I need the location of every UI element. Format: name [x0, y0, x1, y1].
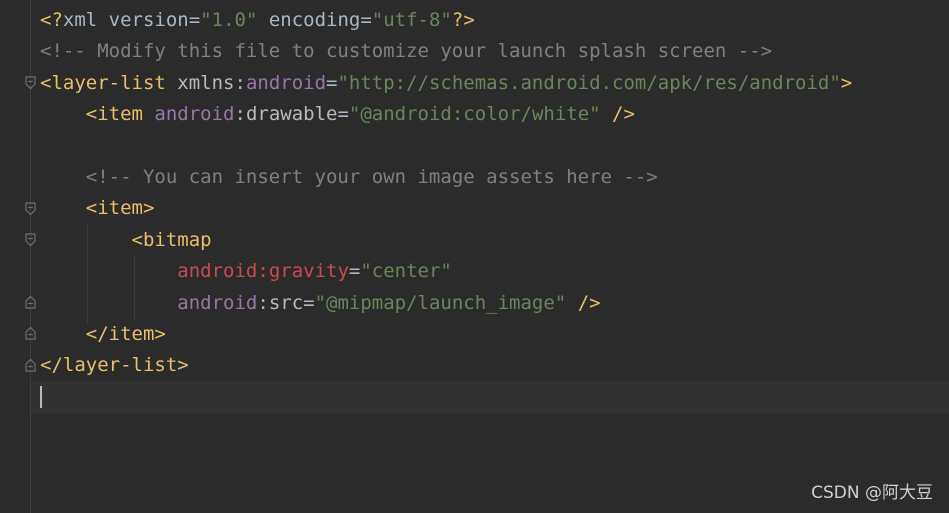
- colon: :: [234, 71, 246, 94]
- code-line-10[interactable]: android:src="@mipmap/launch_image" />: [40, 288, 949, 319]
- tag-open: <bitmap: [131, 228, 212, 251]
- tag-close: />: [577, 291, 601, 314]
- attr-value: "1.0": [200, 9, 258, 31]
- pi-close: ?>: [451, 9, 475, 31]
- attr-name: xmlns: [165, 71, 235, 94]
- attr-value: "utf-8": [371, 9, 452, 31]
- attr-value: "@mipmap/launch_image": [314, 291, 567, 314]
- xml-comment: <!-- Modify this file to customize your …: [40, 40, 773, 63]
- watermark: CSDN @阿大豆: [811, 483, 933, 503]
- code-line-2[interactable]: <!-- Modify this file to customize your …: [40, 36, 949, 67]
- fold-close-icon[interactable]: [25, 295, 36, 309]
- equals-sign: =: [303, 291, 315, 314]
- equals-sign: =: [337, 103, 349, 126]
- tag-open: <layer-list: [40, 71, 166, 94]
- fold-open-icon[interactable]: [25, 76, 36, 90]
- namespace-prefix: android: [177, 291, 258, 314]
- tag-close: />: [612, 103, 635, 126]
- code-editor[interactable]: <?xml version="1.0" encoding="utf-8"?> <…: [0, 0, 949, 513]
- code-line-1[interactable]: <?xml version="1.0" encoding="utf-8"?>: [40, 5, 949, 36]
- text-caret: [40, 386, 42, 409]
- fold-close-icon[interactable]: [25, 326, 36, 340]
- code-line-8[interactable]: <bitmap: [40, 225, 949, 256]
- pi-name: xml: [62, 9, 98, 31]
- fold-close-icon[interactable]: [25, 358, 36, 372]
- code-line-7[interactable]: <item>: [40, 193, 949, 224]
- equals-sign: =: [188, 9, 201, 31]
- namespace-prefix: android: [154, 103, 235, 126]
- code-area[interactable]: <?xml version="1.0" encoding="utf-8"?> <…: [31, 5, 949, 414]
- attr-name: src: [268, 291, 304, 314]
- code-line-3[interactable]: <layer-list xmlns:android="http://schema…: [40, 68, 949, 99]
- tag-close: >: [840, 71, 853, 94]
- attr-name: version: [97, 9, 189, 31]
- colon: :: [257, 260, 269, 283]
- fold-open-icon[interactable]: [25, 202, 36, 216]
- tag: <item>: [85, 197, 155, 220]
- pi-open: <?: [40, 9, 63, 31]
- namespace-prefix: android: [177, 260, 258, 283]
- equals-sign: =: [326, 71, 338, 94]
- fold-open-icon[interactable]: [25, 233, 36, 247]
- code-line-5[interactable]: [40, 131, 949, 162]
- attr-name: gravity: [268, 260, 349, 283]
- tag: </layer-list>: [40, 354, 189, 377]
- attr-name: drawable: [245, 103, 338, 126]
- attr-value: "http://schemas.android.com/apk/res/andr…: [337, 71, 841, 94]
- attr-value: "center": [360, 260, 452, 283]
- code-line-9[interactable]: android:gravity="center": [40, 256, 949, 287]
- xml-comment: <!-- You can insert your own image asset…: [85, 165, 658, 188]
- code-line-12[interactable]: </layer-list>: [40, 350, 949, 381]
- attr-name: encoding: [257, 9, 361, 31]
- colon: :: [234, 103, 246, 126]
- tag: </item>: [85, 322, 166, 345]
- code-line-4[interactable]: <item android:drawable="@android:color/w…: [40, 99, 949, 130]
- code-line-6[interactable]: <!-- You can insert your own image asset…: [40, 162, 949, 193]
- colon: :: [257, 291, 269, 314]
- code-line-11[interactable]: </item>: [40, 319, 949, 350]
- code-line-13-current[interactable]: [31, 381, 949, 414]
- tag-open: <item: [85, 103, 143, 126]
- attr-value: "@android:color/white": [348, 103, 601, 126]
- equals-sign: =: [360, 9, 372, 31]
- namespace-prefix: android: [245, 71, 327, 94]
- equals-sign: =: [348, 260, 361, 283]
